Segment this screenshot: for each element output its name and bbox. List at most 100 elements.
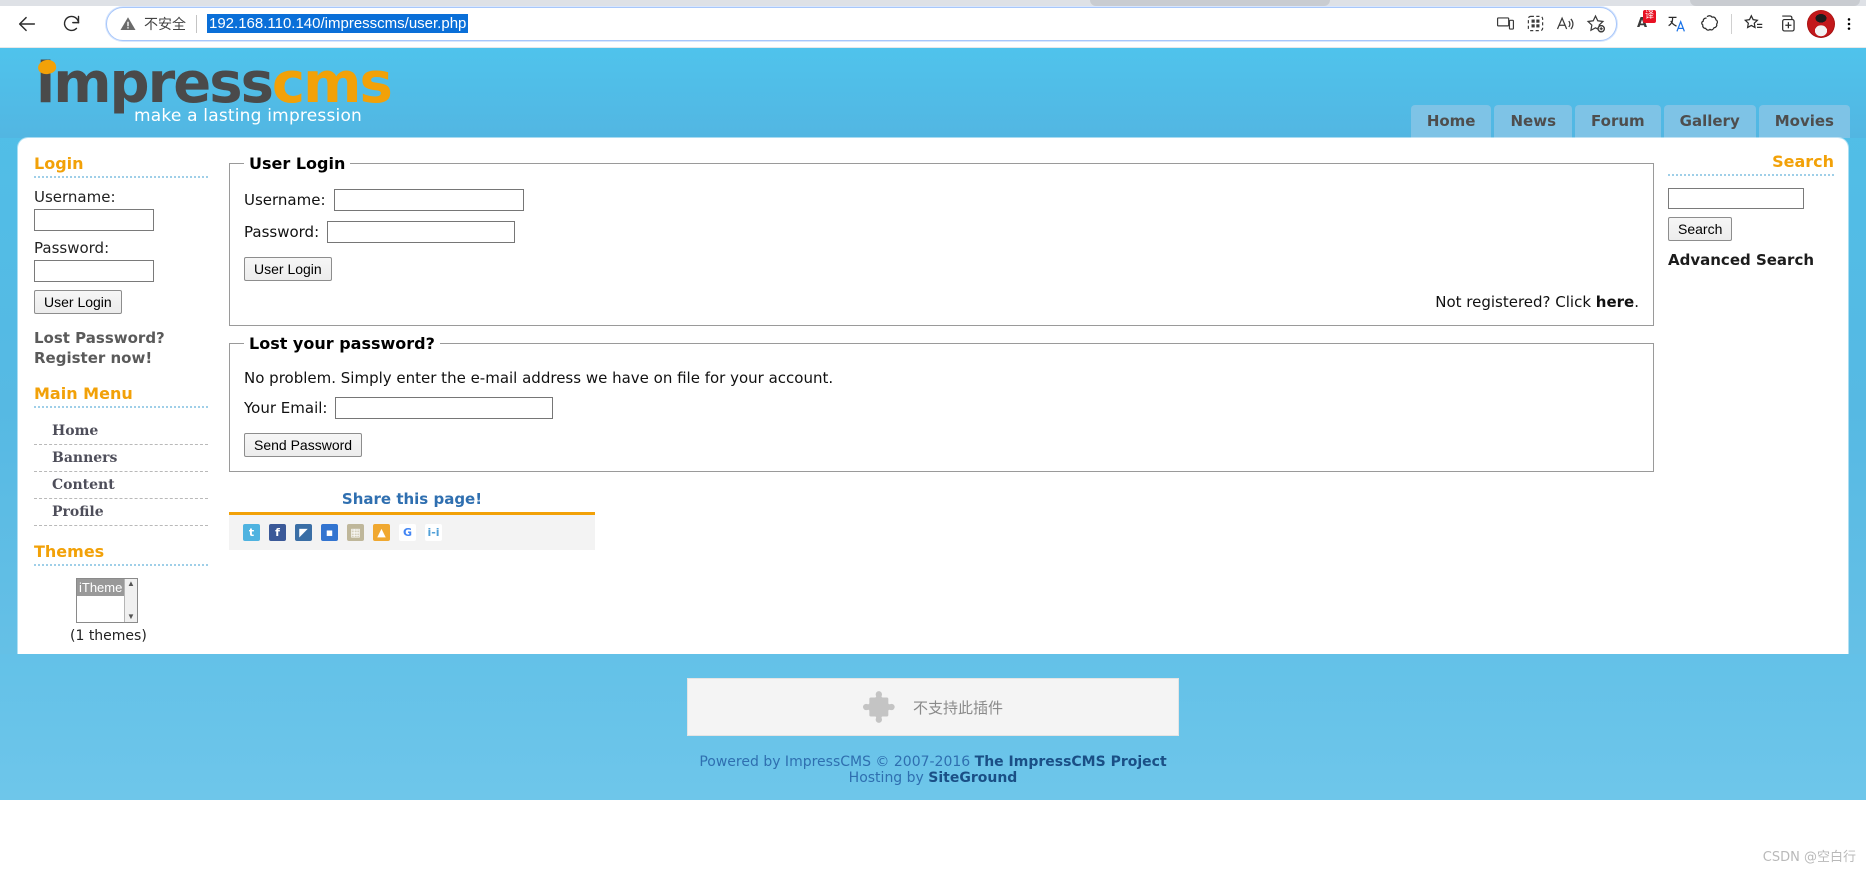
stumbleupon-icon[interactable]: ▦ [347, 524, 364, 541]
not-registered-prefix: Not registered? Click [1435, 293, 1596, 311]
footer-credits: Powered by ImpressCMS © 2007-2016 The Im… [0, 754, 1866, 786]
email-row: Your Email: [244, 397, 1639, 419]
nav-item-forum[interactable]: Forum [1575, 105, 1661, 138]
left-sidebar: Login Username: Password: User Login Los… [18, 138, 223, 654]
windows-live-icon[interactable]: ◤ [295, 524, 312, 541]
login-block-rule [34, 176, 208, 178]
search-button[interactable]: Search [1668, 217, 1733, 241]
user-login-legend: User Login [249, 154, 346, 173]
powered-by-prefix: Powered by ImpressCMS © 2007-2016 [699, 754, 975, 770]
tab-strip [0, 0, 1866, 6]
nav-item-news[interactable]: News [1494, 105, 1572, 138]
sidebar-password-label: Password: [34, 239, 110, 257]
search-input[interactable] [1668, 188, 1804, 209]
login-password-input[interactable] [327, 221, 516, 243]
back-arrow-icon [18, 16, 36, 31]
register-here-link[interactable]: here [1596, 293, 1634, 311]
top-navigation: Home News Forum Gallery Movies [1410, 105, 1850, 138]
address-bar[interactable]: 不安全 192.168.110.140/impresscms/user.php [106, 6, 1617, 41]
logo-impress-text: impress [36, 51, 274, 116]
impresscms-site: impresscms make a lasting impression Hom… [0, 48, 1866, 800]
site-footer: 不支持此插件 Powered by ImpressCMS © 2007-2016… [0, 654, 1866, 800]
menu-item-banners[interactable]: Banners [34, 445, 208, 472]
send-password-row: Send Password [244, 433, 1639, 457]
main-menu-rule [34, 406, 208, 408]
lost-password-link[interactable]: Lost Password? [34, 328, 223, 348]
scroll-down-icon[interactable]: ▼ [125, 612, 137, 622]
favorites-list-icon[interactable] [1736, 7, 1770, 41]
more-options-icon[interactable] [1838, 16, 1860, 32]
translate-badge-text: 译 [1642, 9, 1656, 23]
menu-item-content[interactable]: Content [34, 472, 208, 499]
login-password-label: Password: [244, 223, 320, 241]
lost-password-description: No problem. Simply enter the e-mail addr… [244, 369, 834, 387]
user-login-submit-button[interactable]: User Login [244, 257, 332, 281]
site-logo[interactable]: impresscms make a lasting impression [36, 56, 393, 127]
collections-icon[interactable] [1770, 7, 1804, 41]
nav-item-home[interactable]: Home [1410, 105, 1492, 138]
back-button[interactable] [8, 5, 46, 43]
furl-icon[interactable]: ▲ [373, 524, 390, 541]
url-text[interactable]: 192.168.110.140/impresscms/user.php [207, 14, 469, 33]
menu-item-home[interactable]: Home [34, 418, 208, 445]
themes-rule [34, 564, 208, 566]
translate-indicator-icon[interactable]: A 译 [1625, 7, 1659, 41]
main-menu-list: Home Banners Content Profile [34, 418, 223, 526]
logo-wordmark: impresscms [36, 56, 393, 112]
sidebar-username-input[interactable] [34, 209, 154, 231]
mixx-icon[interactable]: i-i [425, 524, 442, 541]
not-registered-text: Not registered? Click here. [244, 293, 1639, 311]
hosting-line: Hosting by SiteGround [0, 770, 1866, 786]
main-menu-title: Main Menu [34, 384, 133, 403]
browser-toolbar: 不安全 192.168.110.140/impresscms/user.php [0, 0, 1866, 48]
copilot-icon[interactable] [1693, 7, 1727, 41]
google-icon[interactable]: G [399, 524, 416, 541]
main-content: User Login Username: Password: User Logi… [223, 138, 1668, 654]
themes-selector-wrap: iTheme ▲ ▼ (1 themes) [34, 578, 223, 644]
sidebar-password-input[interactable] [34, 260, 154, 282]
content-container: Login Username: Password: User Login Los… [18, 138, 1848, 654]
advanced-search-link[interactable]: Advanced Search [1668, 251, 1834, 269]
impresscms-project-link[interactable]: The ImpressCMS Project [975, 754, 1167, 770]
plugin-placeholder: 不支持此插件 [687, 678, 1179, 736]
send-password-button[interactable]: Send Password [244, 433, 363, 457]
toolbar-divider [1731, 13, 1732, 34]
nav-item-movies[interactable]: Movies [1758, 105, 1850, 138]
nav-item-gallery[interactable]: Gallery [1663, 105, 1756, 138]
facebook-icon[interactable]: f [269, 524, 286, 541]
split-screen-icon[interactable] [1520, 9, 1550, 39]
login-username-input[interactable] [333, 189, 524, 211]
siteground-link[interactable]: SiteGround [928, 770, 1017, 786]
read-aloud-icon[interactable] [1550, 9, 1580, 39]
background-tab-1[interactable] [1090, 0, 1330, 6]
theme-option-itheme[interactable]: iTheme [77, 579, 125, 596]
omnibox-divider [196, 14, 197, 33]
login-username-row: Username: [244, 189, 1639, 211]
share-title: Share this page! [341, 490, 483, 508]
search-block-title: Search [1772, 152, 1834, 171]
share-section: Share this page! t f ◤ ▪ ▦ ▲ G i-i [229, 490, 595, 550]
menu-item-profile[interactable]: Profile [34, 499, 208, 526]
background-tab-2[interactable] [1690, 0, 1860, 6]
page-viewport: impresscms make a lasting impression Hom… [0, 48, 1866, 871]
twitter-icon[interactable]: t [243, 524, 260, 541]
right-sidebar: Search Search Advanced Search [1668, 138, 1848, 654]
translate-icon[interactable] [1659, 7, 1693, 41]
add-favorite-icon[interactable] [1580, 9, 1610, 39]
delicious-icon[interactable]: ▪ [321, 524, 338, 541]
sidebar-user-login-button[interactable]: User Login [34, 290, 122, 314]
register-now-link[interactable]: Register now! [34, 348, 223, 368]
your-email-input[interactable] [335, 397, 554, 419]
profile-avatar[interactable] [1804, 7, 1838, 41]
reload-button[interactable] [52, 5, 90, 43]
lost-password-legend: Lost your password? [249, 334, 435, 353]
powered-by-line: Powered by ImpressCMS © 2007-2016 The Im… [0, 754, 1866, 770]
cast-device-icon[interactable] [1490, 9, 1520, 39]
scroll-up-icon[interactable]: ▲ [125, 579, 137, 589]
login-submit-row: User Login [244, 257, 1639, 281]
theme-scrollbar[interactable]: ▲ ▼ [124, 579, 137, 622]
logo-cms-text: cms [271, 51, 393, 116]
puzzle-piece-icon [862, 691, 895, 723]
theme-select-listbox[interactable]: iTheme ▲ ▼ [76, 578, 138, 623]
sidebar-username-label: Username: [34, 188, 116, 206]
